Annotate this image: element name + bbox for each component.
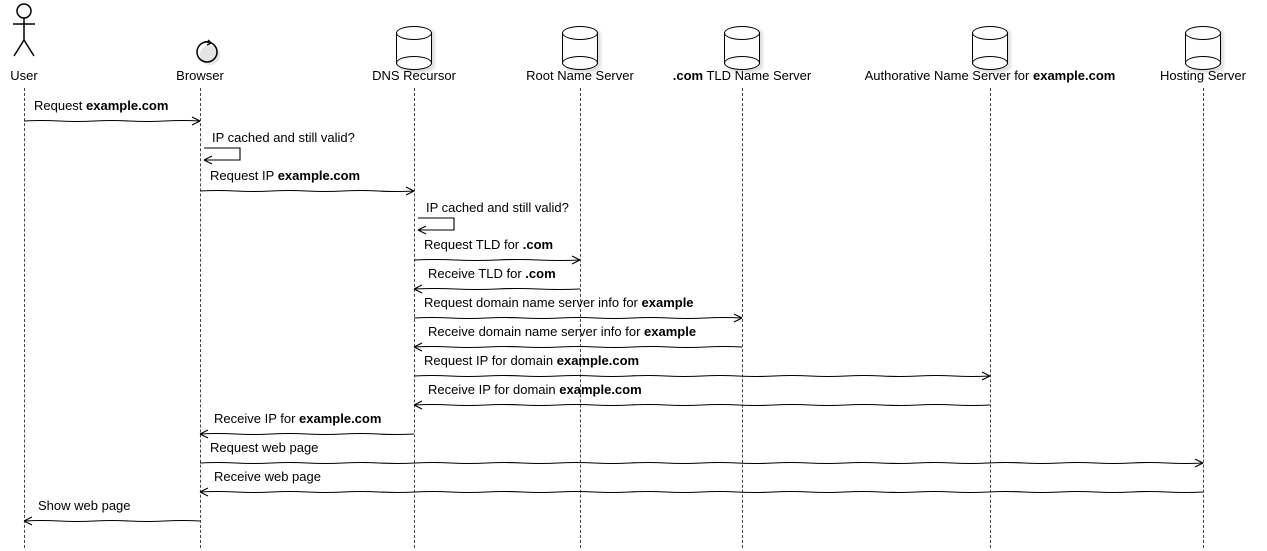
message-label: Receive web page	[214, 469, 321, 484]
database-icon	[972, 26, 1008, 64]
lifeline	[24, 88, 25, 548]
message-arrow: Receive IP for domain example.com	[414, 400, 990, 416]
participant-label: Root Name Server	[526, 68, 634, 83]
message-arrow: Request example.com	[24, 116, 200, 132]
message-label: Show web page	[38, 498, 131, 513]
boundary-icon	[180, 34, 220, 64]
participant-label: User	[10, 68, 37, 83]
message-arrow: Show web page	[24, 516, 200, 532]
message-label: Receive IP for domain example.com	[428, 382, 642, 397]
message-label: IP cached and still valid?	[212, 130, 355, 145]
message-label: Receive IP for example.com	[214, 411, 381, 426]
message-label: Request TLD for .com	[424, 237, 553, 252]
participant-label: Hosting Server	[1160, 68, 1246, 83]
message-label: Request web page	[210, 440, 318, 455]
lifeline	[1203, 88, 1204, 548]
participant-label: DNS Recursor	[372, 68, 456, 83]
actor-icon	[9, 2, 39, 62]
sequence-diagram: User Browser DNS Recursor Root Name Serv…	[0, 0, 1267, 551]
self-message: IP cached and still valid?	[200, 134, 260, 168]
message-label: Receive TLD for .com	[428, 266, 556, 281]
lifeline	[990, 88, 991, 548]
database-icon	[562, 26, 598, 64]
message-label: Request IP example.com	[210, 168, 360, 183]
message-label: Request IP for domain example.com	[424, 353, 639, 368]
message-arrow: Receive web page	[200, 487, 1203, 503]
message-label: IP cached and still valid?	[426, 200, 569, 215]
participant-label: Browser	[176, 68, 224, 83]
self-message: IP cached and still valid?	[414, 204, 474, 238]
database-icon	[724, 26, 760, 64]
participant-label: Authorative Name Server for example.com	[865, 68, 1116, 83]
message-label: Request domain name server info for exam…	[424, 295, 694, 310]
message-label: Request example.com	[34, 98, 168, 113]
database-icon	[1185, 26, 1221, 64]
message-arrow: Request IP example.com	[200, 186, 414, 202]
message-arrow: Request web page	[200, 458, 1203, 474]
message-label: Receive domain name server info for exam…	[428, 324, 696, 339]
database-icon	[396, 26, 432, 64]
lifeline	[742, 88, 743, 548]
participant-label: .com TLD Name Server	[673, 68, 811, 83]
